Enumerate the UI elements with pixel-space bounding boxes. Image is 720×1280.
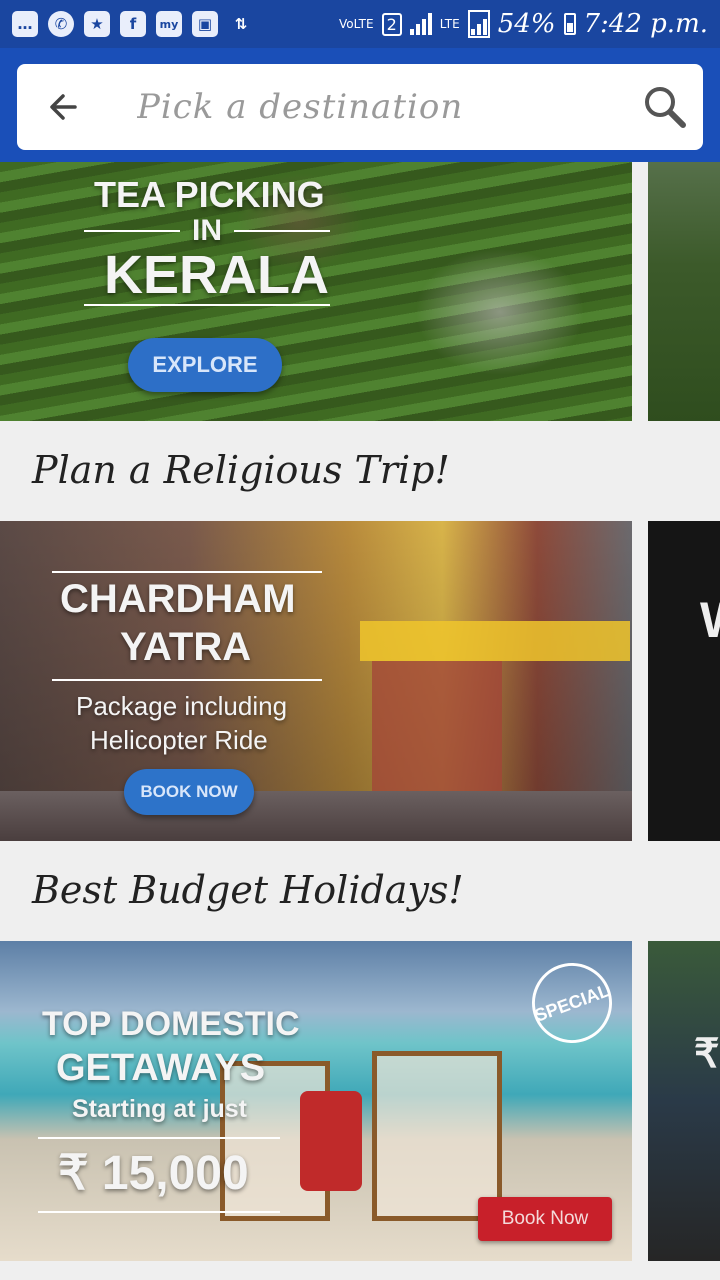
status-bar: … ✆ ★ f my ▣ ⇅ VoLTE 2 LTE 54% 7:42 p.m. (0, 0, 720, 48)
kerala-divider-right (234, 230, 330, 232)
chardham-line3: Package including (76, 691, 288, 721)
app-notification-icon: ★ (84, 11, 110, 37)
budget-divider-bottom (38, 1211, 280, 1213)
next-banner-peek[interactable] (648, 162, 720, 421)
data-transfer-icon: ⇅ (234, 15, 248, 33)
volte-indicator: VoLTE (339, 17, 374, 31)
kerala-divider-left (84, 230, 180, 232)
chardham-banner[interactable]: CHARDHAM YATRA Package including Helicop… (0, 521, 632, 841)
lte-indicator: LTE (439, 17, 460, 31)
special-offer-seal: SPECIAL (520, 951, 624, 1055)
image-icon: ▣ (192, 11, 218, 37)
peek-letter: W (700, 591, 720, 649)
chardham-line2: YATRA (120, 625, 252, 669)
kerala-banner[interactable]: TEA PICKING IN KERALA EXPLORE (0, 162, 632, 421)
kerala-line1: TEA PICKING (94, 174, 325, 215)
book-now-button-budget[interactable]: Book Now (478, 1197, 612, 1241)
whatsapp-icon: ✆ (48, 11, 74, 37)
search-box (17, 64, 703, 150)
budget-banner-row: TOP DOMESTIC GETAWAYS Starting at just ₹… (0, 941, 720, 1261)
explore-button[interactable]: EXPLORE (128, 338, 282, 392)
battery-percent: 54% (497, 9, 556, 39)
beach-chair-2 (372, 1051, 502, 1221)
budget-price: ₹ 15,000 (58, 1147, 249, 1200)
my-app-icon: my (156, 11, 182, 37)
book-now-button-chardham[interactable]: BOOK NOW (124, 769, 254, 815)
facebook-icon: f (120, 11, 146, 37)
battery-icon (563, 13, 576, 35)
sim-indicator: 2 (381, 12, 402, 36)
kerala-line2: IN (192, 214, 222, 247)
next-banner-peek-3[interactable]: ₹ (648, 941, 720, 1261)
chardham-divider-bottom (52, 679, 322, 681)
beach-bag (300, 1091, 362, 1191)
temple-roof-shape (360, 621, 630, 661)
search-input[interactable] (135, 86, 635, 128)
kerala-banner-row: TEA PICKING IN KERALA EXPLORE (0, 162, 720, 421)
clock: 7:42 p.m. (583, 9, 708, 39)
search-icon[interactable] (635, 77, 695, 137)
section-title-religious: Plan a Religious Trip! (32, 448, 450, 492)
seal-text: SPECIAL (531, 979, 612, 1026)
back-arrow-icon[interactable] (33, 77, 93, 137)
app-bar (0, 48, 720, 162)
peek-rupee-icon: ₹ (694, 1032, 720, 1076)
budget-banner[interactable]: TOP DOMESTIC GETAWAYS Starting at just ₹… (0, 941, 632, 1261)
chardham-banner-row: CHARDHAM YATRA Package including Helicop… (0, 521, 720, 841)
signal-icon (409, 13, 432, 35)
kerala-line3: KERALA (104, 245, 329, 305)
kerala-divider-bottom (84, 304, 330, 306)
section-title-budget: Best Budget Holidays! (32, 868, 464, 912)
next-banner-peek-2[interactable]: W (648, 521, 720, 841)
budget-line1: TOP DOMESTIC (42, 1005, 300, 1043)
temple-body-shape (372, 661, 502, 791)
signal-2-icon (467, 10, 490, 38)
chardham-divider-top (52, 571, 322, 573)
chardham-line1: CHARDHAM (60, 577, 296, 621)
budget-line2: GETAWAYS (56, 1047, 266, 1089)
budget-divider-top (38, 1137, 280, 1139)
budget-line3: Starting at just (72, 1095, 248, 1123)
chardham-line4: Helicopter Ride (90, 725, 268, 755)
messages-icon: … (12, 11, 38, 37)
crowd-shape (0, 791, 632, 841)
